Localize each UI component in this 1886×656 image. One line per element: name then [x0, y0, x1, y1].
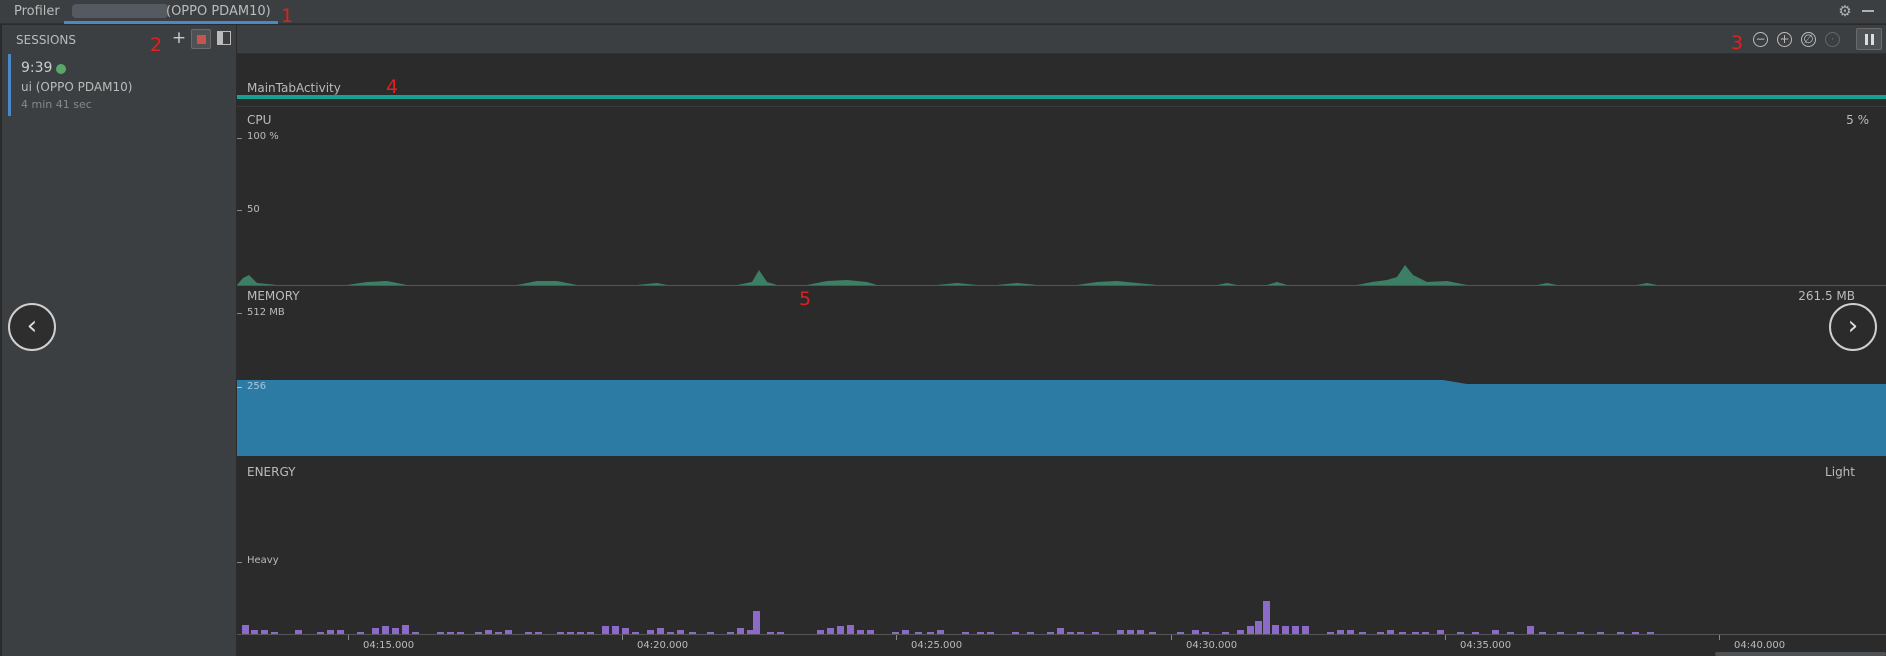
energy-axis-mid: Heavy: [247, 555, 279, 566]
minus-icon: −: [1755, 32, 1766, 46]
session-device: ui (OPPO PDAM10): [21, 80, 133, 94]
memory-chart[interactable]: [237, 380, 1886, 456]
redacted-app-name: [72, 4, 168, 18]
timeline-scrollbar[interactable]: [1715, 652, 1886, 656]
energy-value: Light: [1825, 465, 1855, 479]
activity-label: MainTabActivity: [247, 81, 341, 95]
tab-device-label: (OPPO PDAM10): [166, 4, 271, 19]
energy-bar: [1255, 621, 1262, 635]
live-icon: ·: [1830, 32, 1835, 46]
pause-button[interactable]: [1856, 28, 1882, 50]
pause-icon: [1865, 34, 1868, 45]
add-session-button[interactable]: +: [170, 28, 188, 48]
chevron-left-icon: ‹: [26, 311, 38, 341]
memory-value: 261.5 MB: [1798, 289, 1855, 303]
cpu-chart[interactable]: [237, 255, 1886, 285]
energy-bar: [753, 611, 760, 635]
session-live-indicator: [56, 64, 66, 74]
xaxis-label-4: 04:30.000: [1186, 640, 1238, 651]
next-nav-button[interactable]: ›: [1829, 303, 1877, 351]
session-duration: 4 min 41 sec: [21, 98, 92, 111]
collapse-panel-icon[interactable]: [217, 31, 231, 45]
annotation-2: 2: [150, 34, 163, 56]
minimize-icon[interactable]: [1862, 10, 1874, 12]
memory-area: [237, 380, 1886, 456]
annotation-3: 3: [1731, 32, 1744, 54]
activity-bar[interactable]: [237, 95, 1886, 99]
annotation-1: 1: [281, 5, 294, 27]
cpu-area: [237, 265, 1886, 285]
cpu-axis-top: 100 %: [247, 131, 279, 142]
cpu-label: CPU: [247, 113, 272, 127]
reset-icon: ∅: [1803, 32, 1814, 46]
prev-nav-button[interactable]: ‹: [8, 303, 56, 351]
profiler-session-tab[interactable]: (OPPO PDAM10): [64, 0, 278, 24]
zoom-out-button[interactable]: −: [1753, 32, 1768, 47]
cpu-value: 5 %: [1846, 113, 1869, 127]
annotation-4: 4: [386, 76, 399, 98]
gear-icon[interactable]: ⚙: [1837, 3, 1853, 19]
xaxis-label-2: 04:20.000: [637, 640, 689, 651]
stop-icon: [197, 35, 206, 44]
energy-chart[interactable]: [237, 585, 1886, 635]
xaxis-label-5: 04:35.000: [1460, 640, 1512, 651]
energy-bar: [1263, 601, 1270, 635]
cpu-axis-mid: 50: [247, 204, 260, 215]
session-item[interactable]: 9:39 ui (OPPO PDAM10) 4 min 41 sec: [8, 54, 237, 116]
stop-session-button[interactable]: [191, 29, 211, 49]
profiler-title: Profiler: [14, 4, 60, 19]
jump-to-live-button[interactable]: ·: [1825, 32, 1840, 47]
xaxis-label-1: 04:15.000: [363, 640, 415, 651]
zoom-in-button[interactable]: +: [1777, 32, 1792, 47]
memory-label: MEMORY: [247, 289, 300, 303]
session-time: 9:39: [21, 60, 53, 76]
memory-axis-mid: 256: [247, 381, 267, 392]
xaxis-label-3: 04:25.000: [911, 640, 963, 651]
reset-zoom-button[interactable]: ∅: [1801, 32, 1816, 47]
annotation-5: 5: [799, 288, 812, 310]
energy-label: ENERGY: [247, 465, 296, 479]
memory-axis-top: 512 MB: [247, 307, 285, 318]
chevron-right-icon: ›: [1847, 311, 1859, 341]
sessions-title: SESSIONS: [16, 33, 77, 47]
xaxis-label-6: 04:40.000: [1734, 640, 1786, 651]
plus-icon: +: [1779, 32, 1790, 46]
profiler-timeline[interactable]: − + ∅ · MainTabActivity CPU 5 % 100 % 50…: [237, 25, 1886, 656]
sessions-header: SESSIONS +: [2, 25, 237, 53]
timeline-toolbar: − + ∅ ·: [237, 25, 1886, 54]
